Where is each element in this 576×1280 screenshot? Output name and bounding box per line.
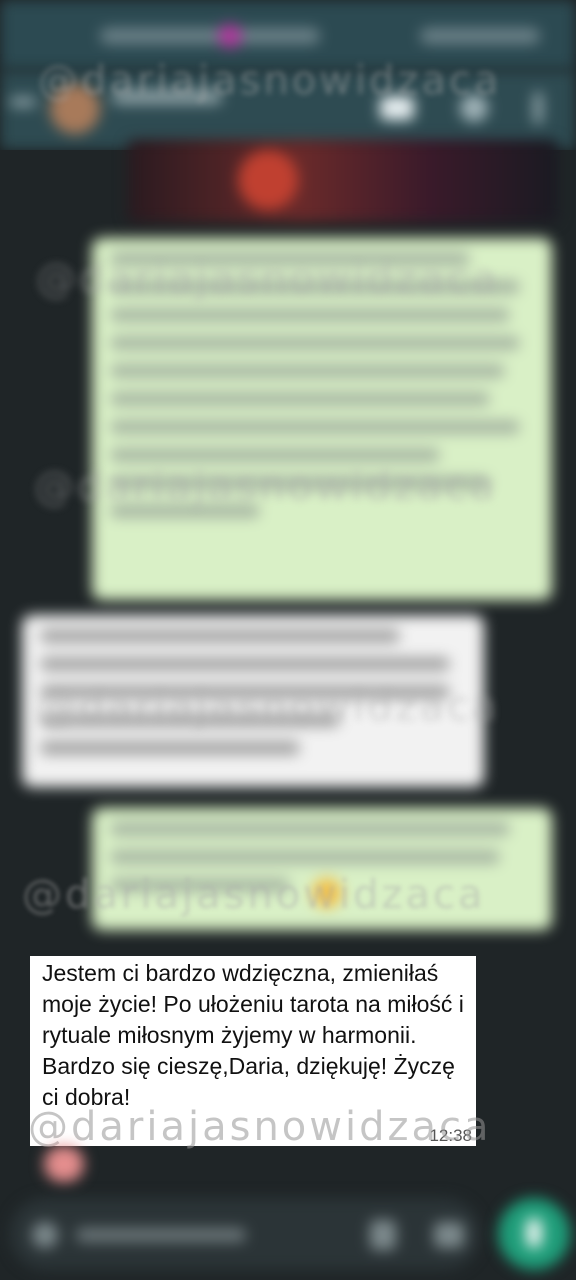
attach-icon[interactable] [370, 1220, 396, 1250]
back-arrow-icon[interactable] [10, 98, 36, 106]
watermark: @dariajasnowidzaca [36, 256, 500, 302]
message-input[interactable] [10, 1198, 480, 1270]
message-text: Jestem ci bardzo wdzięczna, zmieniłaś mo… [42, 960, 464, 1110]
emoji-icon[interactable] [32, 1222, 58, 1248]
input-placeholder [76, 1228, 246, 1242]
reaction-badge [44, 1146, 84, 1182]
watermark: @dariajasnowidzaca [34, 464, 498, 510]
watermark: @dariajasnowidzaca [36, 684, 500, 730]
watermark: @dariajasnowidzaca [22, 872, 486, 918]
watermark: @dariajasnowidzaca [38, 58, 502, 104]
more-icon[interactable] [534, 92, 542, 124]
watermark: @dariajasnowidzaca [28, 1104, 492, 1150]
mic-button[interactable] [498, 1198, 570, 1270]
image-message[interactable] [128, 140, 558, 222]
mic-icon [526, 1218, 542, 1248]
camera-icon[interactable] [434, 1222, 464, 1248]
